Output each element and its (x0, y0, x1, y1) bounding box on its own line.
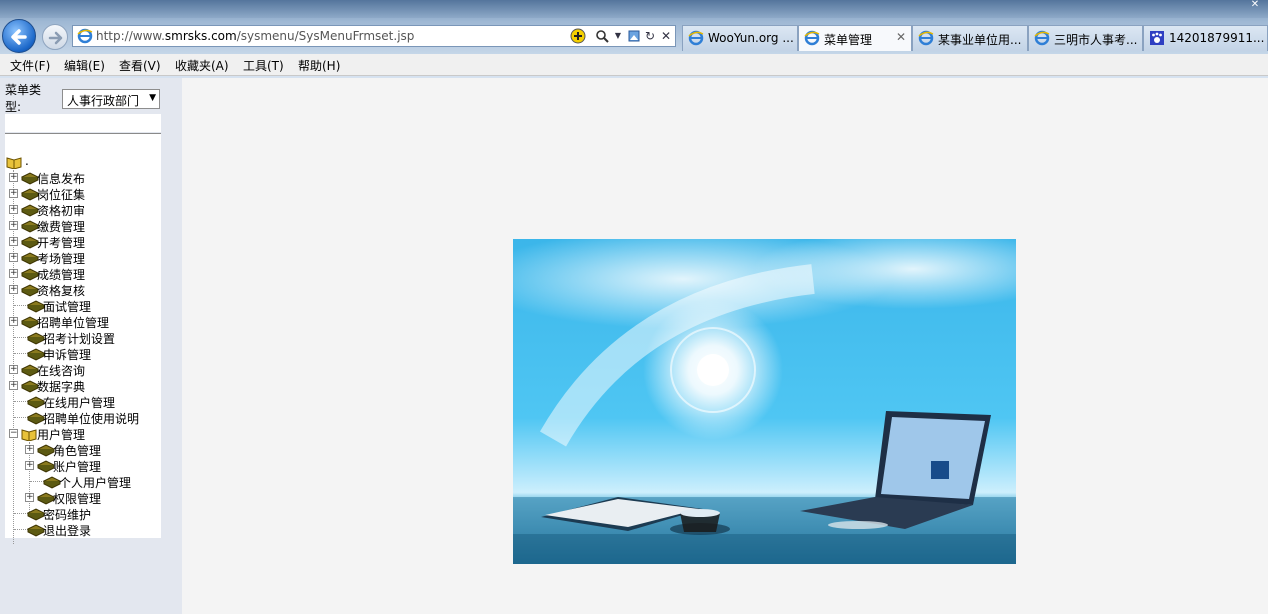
tree-node[interactable]: + 资格复核 (5, 281, 159, 298)
tree-node[interactable]: + 岗位征集 (5, 185, 159, 202)
tree-node[interactable]: 面试管理 (5, 297, 159, 314)
ie-page-icon (688, 30, 704, 46)
expand-icon[interactable]: + (9, 237, 18, 246)
expand-icon[interactable]: + (9, 269, 18, 278)
tree-node[interactable]: + 缴费管理 (5, 217, 159, 234)
tab-label: 14201879911... (1169, 31, 1265, 45)
tree-node[interactable]: + 账户管理 (5, 457, 159, 474)
sidebar-spacer (5, 114, 161, 132)
paw-icon (1150, 31, 1164, 45)
expand-icon[interactable]: + (9, 221, 18, 230)
menu-tree: . + 信息发布 + 岗位征集 + 资格初审 + 缴费管理 + 开考管理 + 考场管理 + 成绩管理 + 资格… (5, 134, 161, 544)
tree-node[interactable]: + 成绩管理 (5, 265, 159, 282)
tab-close-icon[interactable]: ✕ (896, 30, 906, 44)
tree-node[interactable]: 在线用户管理 (5, 393, 159, 410)
refresh-icon[interactable]: ↻ (642, 28, 658, 44)
menu-edit[interactable]: 编辑(E) (64, 57, 105, 74)
tree-connector (30, 481, 44, 482)
tree-node[interactable]: 招考计划设置 (5, 329, 159, 346)
expand-icon[interactable]: + (9, 317, 18, 326)
tree-node[interactable]: + 在线咨询 (5, 361, 159, 378)
window-titlebar (0, 0, 1268, 18)
tree-node[interactable]: + 信息发布 (5, 169, 159, 186)
tree-root-label: . (25, 154, 29, 168)
stop-icon[interactable]: ✕ (658, 28, 674, 44)
expand-icon[interactable]: + (25, 445, 34, 454)
expand-icon[interactable]: + (25, 493, 34, 502)
tree-node[interactable]: + 考场管理 (5, 249, 159, 266)
ie-page-icon (804, 30, 820, 46)
tab-label: 某事业单位用... (938, 33, 1022, 47)
menu-bar: 文件(F) 编辑(E) 查看(V) 收藏夹(A) 工具(T) 帮助(H) (0, 54, 1268, 76)
back-arrow-icon (11, 29, 27, 45)
browser-toolbar: ✕ http://www.smrsks.com/sysmenu/SysMenuF… (0, 0, 1268, 54)
window-close-icon[interactable]: ✕ (1248, 0, 1262, 10)
tree-node[interactable]: 个人用户管理 (5, 473, 159, 490)
sidebar: 菜单类型: 人事行政部门 ▼ . + 信息发布 + 岗位征集 + 资格初审 + 缴费管理 + 开考… (0, 78, 182, 614)
tree-connector (14, 337, 28, 338)
search-icon[interactable] (594, 28, 610, 44)
tab-menu-management[interactable]: 菜单管理 ✕ (798, 25, 912, 51)
chevron-down-icon: ▼ (149, 93, 156, 103)
ie-page-icon (1034, 30, 1050, 46)
menu-view[interactable]: 查看(V) (119, 57, 161, 74)
expand-icon[interactable]: + (9, 253, 18, 262)
tree-connector (14, 353, 28, 354)
banner-image (513, 239, 1016, 564)
forward-arrow-icon (48, 31, 63, 45)
compat-add-icon[interactable] (570, 28, 586, 44)
menu-type-value: 人事行政部门 (67, 94, 140, 108)
menu-file[interactable]: 文件(F) (10, 57, 50, 74)
tree-node[interactable]: + 资格初审 (5, 201, 159, 218)
compat-view-icon[interactable] (626, 28, 642, 44)
tab-institution[interactable]: 某事业单位用... (912, 25, 1028, 51)
tree-connector (14, 513, 28, 514)
expand-icon[interactable]: + (9, 285, 18, 294)
forward-button[interactable] (42, 24, 68, 50)
expand-icon[interactable]: + (9, 381, 18, 390)
divider (0, 76, 1268, 78)
back-button[interactable] (2, 19, 36, 53)
expand-icon[interactable]: + (25, 461, 34, 470)
tree-connector (14, 401, 28, 402)
tab-label: 三明市人事考... (1054, 33, 1138, 47)
menu-tools[interactable]: 工具(T) (243, 57, 284, 74)
tree-node[interactable]: + 权限管理 (5, 489, 159, 506)
tree-root[interactable]: . (5, 153, 155, 169)
tab-sanming[interactable]: 三明市人事考... (1028, 25, 1143, 51)
ie-page-icon (77, 28, 93, 44)
tree-connector (14, 417, 28, 418)
menu-type-select[interactable]: 人事行政部门 ▼ (62, 89, 160, 109)
expand-icon[interactable]: + (9, 365, 18, 374)
tree-node[interactable]: + 开考管理 (5, 233, 159, 250)
tab-label: WooYun.org ... (708, 31, 794, 45)
menu-type-label: 菜单类型: (5, 83, 42, 114)
tree-node[interactable]: + 招聘单位管理 (5, 313, 159, 330)
address-bar[interactable]: http://www.smrsks.com/sysmenu/SysMenuFrm… (72, 25, 676, 47)
address-url: http://www.smrsks.com/sysmenu/SysMenuFrm… (96, 29, 415, 43)
sky-laptop-illustration (513, 239, 1016, 564)
open-book-icon (6, 157, 22, 169)
tree-node[interactable]: − 用户管理 (5, 425, 159, 442)
tree-node[interactable]: + 数据字典 (5, 377, 159, 394)
expand-icon[interactable]: + (9, 189, 18, 198)
ie-page-icon (918, 30, 934, 46)
search-dropdown-icon[interactable]: ▼ (610, 28, 626, 44)
tree-node[interactable]: 招聘单位使用说明 (5, 409, 159, 426)
menu-help[interactable]: 帮助(H) (298, 57, 340, 74)
tab-label: 菜单管理 (824, 33, 873, 47)
tree-node[interactable]: + 角色管理 (5, 441, 159, 458)
tree-node-label: 退出登录 (43, 524, 92, 538)
tree-node[interactable]: 密码维护 (5, 505, 159, 522)
tree-connector (14, 529, 28, 530)
tab-baidu[interactable]: 14201879911... (1143, 25, 1268, 51)
expand-icon[interactable]: + (9, 205, 18, 214)
expand-icon[interactable]: + (9, 173, 18, 182)
menu-favorites[interactable]: 收藏夹(A) (175, 57, 229, 74)
tree-connector (14, 305, 28, 306)
collapse-icon[interactable]: − (9, 429, 18, 438)
tree-node[interactable]: 申诉管理 (5, 345, 159, 362)
tab-wooyun[interactable]: WooYun.org ... (682, 25, 798, 51)
tree-node[interactable]: 退出登录 (5, 521, 159, 538)
